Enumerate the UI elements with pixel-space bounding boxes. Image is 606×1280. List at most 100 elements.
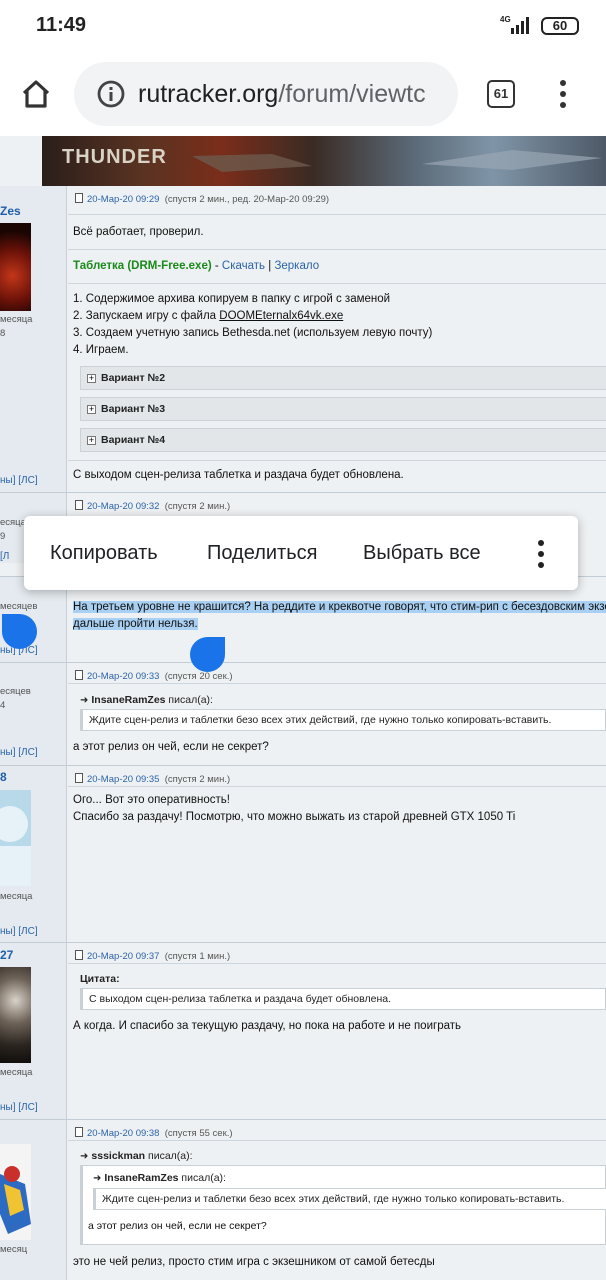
quote-author[interactable]: sssickman (91, 1150, 145, 1162)
user-links[interactable]: ны] [ЛС] (0, 747, 38, 758)
post-text: А когда. И спасибо за текущую раздачу, н… (73, 1020, 461, 1032)
post-time-note: (спустя 2 мин.) (164, 501, 231, 512)
user-meta: месяцев (0, 601, 38, 612)
post-time-note: (спустя 2 мин., ред. 20-Мар-20 09:29) (164, 194, 330, 205)
user-meta: 4 (0, 700, 6, 711)
avatar[interactable] (0, 790, 31, 886)
info-icon[interactable] (96, 79, 126, 109)
tab-switcher-button[interactable]: 61 (487, 80, 515, 108)
select-all-button[interactable]: Выбрать все (363, 542, 481, 565)
battery-icon: 60 (541, 17, 579, 35)
spoiler-toggle[interactable]: + Вариант №3 (80, 397, 606, 421)
post-text: Спасибо за раздачу! Посмотрю, что можно … (73, 811, 516, 823)
banner-image: THUNDER (42, 136, 606, 186)
selection-start-handle[interactable] (2, 614, 37, 649)
user-meta: месяца (0, 314, 33, 325)
quote-wrote: писал(а): (145, 1150, 193, 1162)
post-date-link[interactable]: 20-Мар-20 09:38 (87, 1128, 159, 1139)
inner-quote-box: Ждите сцен-релиз и таблетки безо всех эт… (93, 1188, 606, 1210)
spoiler-label: Вариант №3 (101, 403, 166, 415)
post: 20-Мар-20 09:38 (спустя 55 сек.) ➜ sssick… (68, 1120, 606, 1280)
mirror-link[interactable]: Зеркало (274, 260, 319, 272)
post-author-panel: 27 месяца ны] [ЛС] (0, 943, 67, 1119)
post-time-note: (спустя 20 сек.) (164, 671, 233, 682)
post: 20-Мар-20 09:35 (спустя 2 мин.) Ого... В… (68, 766, 606, 942)
avatar[interactable] (0, 223, 31, 311)
post-author-panel: 8 месяца ны] [ЛС] (0, 766, 67, 942)
quote-header: ➜ InsaneRamZes писал(а): (80, 694, 213, 706)
inner-quote-header: ➜ InsaneRamZes писал(а): (93, 1172, 226, 1184)
divider (68, 460, 606, 461)
spoiler-label: Вариант №2 (101, 372, 166, 384)
quote-wrote: писал(а): (178, 1172, 226, 1184)
post-header: 20-Мар-20 09:32 (спустя 2 мин.) (75, 500, 230, 512)
post-date-link[interactable]: 20-Мар-20 09:29 (87, 194, 159, 205)
step-item: 4. Играем. (73, 344, 129, 356)
post-author-panel: месяц (0, 1120, 67, 1280)
quote-author[interactable]: InsaneRamZes (104, 1172, 178, 1184)
quote-author[interactable]: InsaneRamZes (91, 694, 165, 706)
signal-icon (511, 17, 529, 34)
url-text[interactable]: rutracker.org/forum/viewtc (138, 80, 426, 109)
user-links[interactable]: ны] [ЛС] (0, 926, 38, 937)
status-time: 11:49 (36, 14, 87, 36)
quote-box: Ждите сцен-релиз и таблетки безо всех эт… (80, 709, 606, 731)
status-bar: 11:49 4G 60 (0, 0, 606, 52)
post-date-link[interactable]: 20-Мар-20 09:32 (87, 501, 159, 512)
post-text: Ого... Вот это оперативность! (73, 794, 230, 806)
spoiler-toggle[interactable]: + Вариант №2 (80, 366, 606, 390)
plus-icon: + (87, 404, 96, 414)
quote-text: а этот релиз он чей, если не секрет? (88, 1220, 267, 1232)
username-link[interactable]: Zes (0, 204, 21, 218)
post-text: а этот релиз он чей, если не секрет? (73, 741, 269, 753)
quote-text: Ждите сцен-релиз и таблетки безо всех эт… (89, 714, 552, 726)
more-options-icon[interactable] (536, 540, 546, 568)
user-links[interactable]: [Л (0, 551, 9, 562)
quote-arrow-icon: ➜ (93, 1173, 102, 1184)
divider (68, 214, 606, 215)
divider (68, 786, 606, 787)
browser-menu-icon[interactable] (552, 78, 574, 110)
quote-header: ➜ sssickman писал(а): (80, 1150, 193, 1162)
post-date-link[interactable]: 20-Мар-20 09:35 (87, 774, 159, 785)
divider (68, 283, 606, 284)
user-links[interactable]: ны] [ЛС] (0, 1102, 38, 1113)
download-link[interactable]: Скачать (222, 260, 265, 272)
quote-arrow-icon: ➜ (80, 1151, 89, 1162)
user-meta: месяц (0, 1244, 28, 1255)
divider (68, 249, 606, 250)
quote-label: Цитата: (80, 973, 120, 985)
divider (68, 1140, 606, 1141)
url-bar[interactable]: rutracker.org/forum/viewtc (74, 62, 458, 126)
selection-end-handle[interactable] (190, 637, 225, 672)
username-link[interactable]: 8 (0, 770, 7, 784)
username-link[interactable]: 27 (0, 948, 13, 962)
user-meta: есяцев (0, 686, 31, 697)
post-author-panel: Zes месяца 8 ны] [ЛС] (0, 186, 67, 492)
post: 20-Мар-20 09:33 (спустя 20 сек.) ➜ Insane… (68, 663, 606, 765)
post-date-link[interactable]: 20-Мар-20 09:37 (87, 951, 159, 962)
avatar[interactable] (0, 1144, 31, 1240)
document-icon (75, 193, 83, 203)
share-button[interactable]: Поделиться (207, 542, 317, 565)
post-time-note: (спустя 1 мин.) (164, 951, 231, 962)
post-time-note: (спустя 2 мин.) (164, 774, 231, 785)
selected-text: На третьем уровне не крашится? На реддит… (73, 601, 606, 613)
quote-arrow-icon: ➜ (80, 695, 89, 706)
user-links[interactable]: ны] [ЛС] (0, 475, 38, 486)
banner-title: THUNDER (62, 146, 167, 168)
home-icon[interactable] (16, 74, 56, 114)
quote-wrote: писал(а): (165, 694, 213, 706)
post-date-link[interactable]: 20-Мар-20 09:33 (87, 671, 159, 682)
selected-text: дальше пройти нельзя. (73, 618, 198, 630)
step-item: 3. Создаем учетную запись Bethesda.net (… (73, 327, 433, 339)
exe-name: DOOMEternalx64vk.exe (219, 310, 344, 322)
document-icon (75, 773, 83, 783)
step-item: 1. Содержимое архива копируем в папку с … (73, 293, 391, 305)
spoiler-toggle[interactable]: + Вариант №4 (80, 428, 606, 452)
copy-button[interactable]: Копировать (50, 542, 158, 565)
outer-quote: ➜ InsaneRamZes писал(а): Ждите сцен-релиз… (80, 1165, 606, 1245)
avatar[interactable] (0, 967, 31, 1063)
user-meta: месяца (0, 891, 33, 902)
step-item: 2. Запускаем игру с файла DOOMEternalx64… (73, 310, 343, 322)
